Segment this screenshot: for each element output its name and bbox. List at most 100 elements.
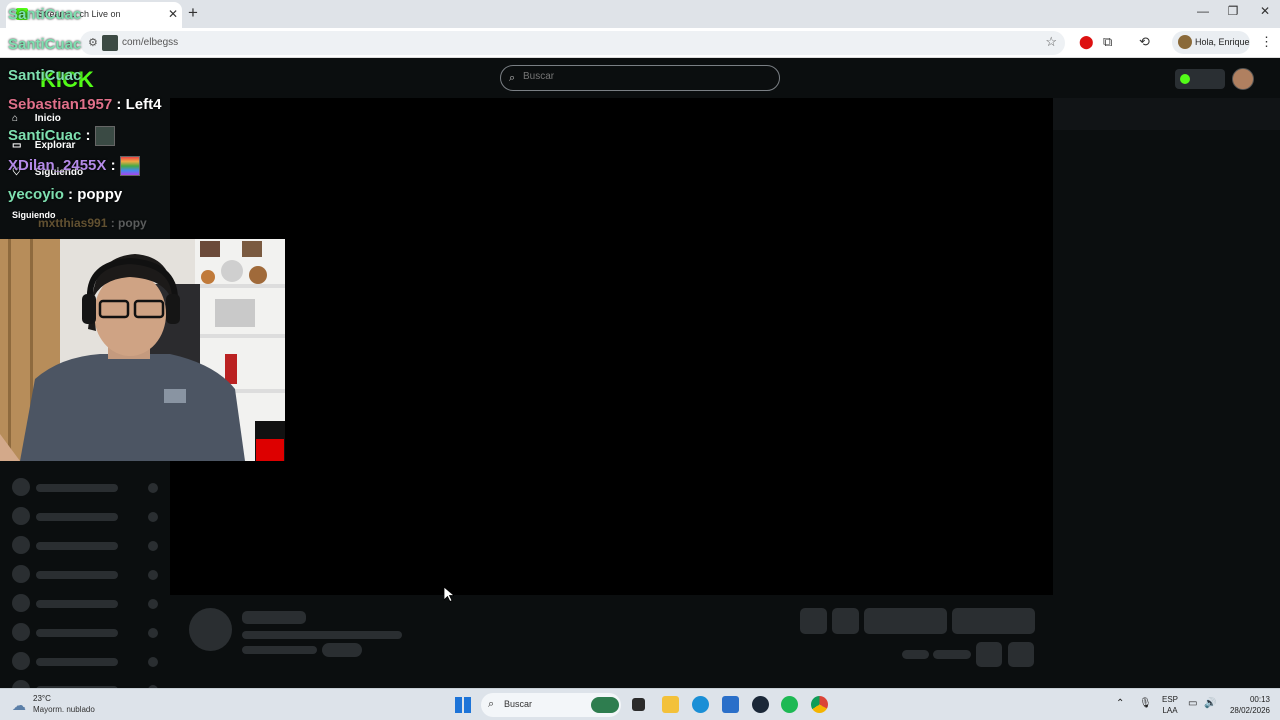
chat-text: Left4	[125, 96, 162, 113]
chat-message: SantiCuac	[8, 6, 81, 23]
translate-icon[interactable]: ⟲	[1139, 34, 1150, 50]
search-input[interactable]	[523, 71, 763, 82]
keyboard-layout: LAA	[1162, 706, 1178, 715]
profile-chip[interactable]: Hola, Enrique	[1172, 31, 1250, 54]
uptime-placeholder	[933, 650, 971, 659]
theme-toggle[interactable]	[1175, 69, 1225, 89]
microphone-icon[interactable]: 🎙	[1139, 698, 1152, 709]
chat-message: mxtthias991 : popy	[38, 216, 147, 230]
chevron-up-icon[interactable]: ⌃	[1116, 698, 1124, 709]
system-clock[interactable]: 00:13 28/02/2026	[1226, 694, 1270, 716]
chat-username: mxtthias991	[38, 216, 108, 230]
new-tab-button[interactable]: +	[188, 3, 198, 23]
windows-start-icon[interactable]	[455, 697, 471, 713]
streamer-avatar-placeholder	[189, 608, 232, 651]
home-icon: ⌂	[12, 113, 19, 124]
list-item[interactable]	[12, 478, 162, 496]
weather-temperature[interactable]: 23°C	[33, 694, 51, 703]
chat-text: poppy	[77, 186, 123, 203]
steam-icon[interactable]	[752, 696, 769, 713]
search-box[interactable]: ⌕	[500, 65, 780, 91]
taskbar-search-label: Buscar	[504, 699, 533, 709]
search-icon: ⌕	[509, 72, 516, 84]
site-favicon-icon	[102, 35, 118, 51]
viewer-count-placeholder	[902, 650, 929, 659]
language-indicator[interactable]: ESP LAA	[1162, 694, 1178, 716]
list-item[interactable]	[12, 623, 162, 641]
chat-username: yecoyio	[8, 186, 64, 203]
tab-close-icon[interactable]: ✕	[168, 7, 178, 21]
list-item[interactable]	[12, 652, 162, 670]
search-highlight-icon	[591, 697, 619, 713]
maximize-button[interactable]: ❐	[1218, 4, 1248, 18]
clock-date: 28/02/2026	[1229, 706, 1270, 715]
windows-taskbar: ☁ 23°C Mayorm. nublado ⌕ Buscar ⌃ 🎙 ESP …	[0, 688, 1280, 720]
chat-text: popy	[118, 216, 147, 230]
chat-username: XDilan_2455X	[8, 156, 107, 174]
extensions-puzzle-icon[interactable]: ⧉	[1103, 34, 1112, 50]
close-window-button[interactable]: ✕	[1250, 4, 1280, 18]
list-item[interactable]	[12, 594, 162, 612]
volume-icon[interactable]: 🔊	[1204, 698, 1216, 709]
rainbow-emote-icon	[119, 156, 140, 176]
taskbar-search[interactable]: ⌕ Buscar	[481, 693, 621, 717]
stream-title-placeholder	[242, 631, 402, 639]
chat-message: XDilan_2455X :	[8, 156, 140, 176]
webcam-overlay	[0, 239, 285, 461]
sidebar-item-inicio[interactable]: ⌂ Inicio	[12, 113, 61, 124]
language-code: ESP	[1162, 695, 1179, 704]
user-avatar[interactable]	[1232, 68, 1254, 90]
chat-message: SantiCuac	[8, 36, 81, 53]
profile-avatar	[1178, 35, 1192, 49]
chat-message: Sebastian1957 : Left4	[8, 96, 162, 113]
action-button-placeholder[interactable]	[832, 608, 859, 634]
task-view-icon[interactable]	[632, 698, 645, 711]
share-button-placeholder[interactable]	[976, 642, 1002, 667]
network-icon[interactable]: ▭	[1188, 698, 1197, 709]
minimize-button[interactable]: —	[1188, 4, 1218, 18]
list-item[interactable]	[12, 680, 162, 688]
follow-button-placeholder[interactable]	[864, 608, 947, 634]
chat-username: SantiCuac	[8, 67, 82, 84]
chrome-icon[interactable]	[811, 696, 828, 713]
category-placeholder	[242, 646, 317, 654]
browser-tab-strip: Stream ... ch Live on ✕ + — ❐ ✕	[0, 0, 1280, 28]
video-player[interactable]	[170, 98, 1053, 595]
search-icon: ⌕	[488, 698, 495, 710]
webcam-image	[0, 239, 285, 461]
mouse-cursor-icon	[444, 587, 454, 602]
streamer-name-placeholder	[242, 611, 306, 624]
chat-username: SantiCuac	[8, 36, 82, 53]
opera-extension-icon[interactable]: ⬤	[1079, 34, 1094, 50]
chat-username: SantiCuac	[8, 126, 82, 144]
cloud-icon: ☁	[12, 697, 26, 713]
emote-icon	[94, 126, 115, 146]
url-text: com/elbegss	[122, 37, 179, 48]
subscribe-button-placeholder[interactable]	[952, 608, 1035, 634]
chat-message: SantiCuac	[8, 67, 81, 84]
file-explorer-icon[interactable]	[662, 696, 679, 713]
list-item[interactable]	[12, 565, 162, 583]
spotify-icon[interactable]	[781, 696, 798, 713]
bookmark-star-icon[interactable]: ☆	[1045, 34, 1057, 50]
more-button-placeholder[interactable]	[1008, 642, 1034, 667]
browser-toolbar: ⚙ com/elbegss ☆ ⬤ ⧉ ⟲ Hola, Enrique ⋮	[0, 28, 1280, 58]
list-item[interactable]	[12, 507, 162, 525]
address-bar[interactable]: ⚙ com/elbegss ☆	[80, 31, 1065, 55]
chat-header-placeholder	[1053, 98, 1280, 130]
site-settings-icon[interactable]: ⚙	[88, 36, 98, 49]
weather-description[interactable]: Mayorm. nublado	[33, 705, 95, 714]
chat-username: SantiCuac	[8, 6, 82, 23]
browser-menu-icon[interactable]: ⋮	[1260, 34, 1273, 50]
list-item[interactable]	[12, 536, 162, 554]
toggle-dot-icon	[1180, 74, 1190, 84]
action-button-placeholder[interactable]	[800, 608, 827, 634]
tag-placeholder	[322, 643, 362, 657]
edge-icon[interactable]	[692, 696, 709, 713]
chat-message: SantiCuac :	[8, 126, 115, 146]
clock-time: 00:13	[1249, 695, 1270, 704]
chat-message: yecoyio : poppy	[8, 186, 123, 203]
sidebar-item-label: Inicio	[34, 113, 61, 124]
chat-username: Sebastian1957	[8, 96, 113, 113]
store-icon[interactable]	[722, 696, 739, 713]
